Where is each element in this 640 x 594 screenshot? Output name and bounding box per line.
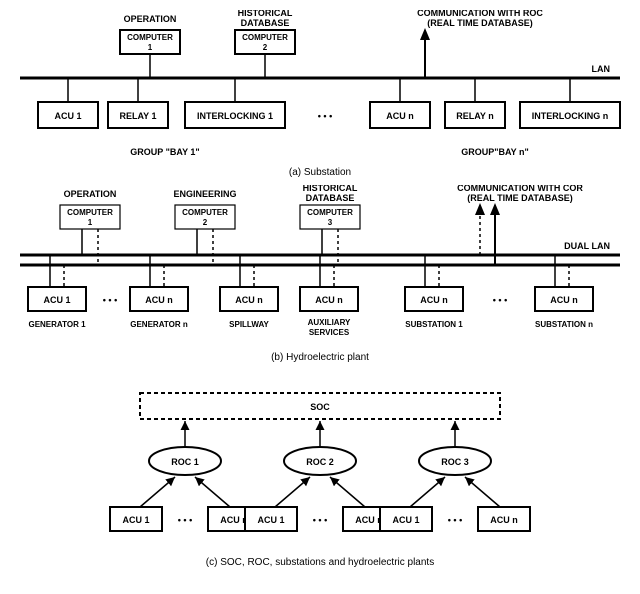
- svg-text:AUXILIARY: AUXILIARY: [308, 318, 351, 327]
- historical-label-2: DATABASE: [241, 18, 290, 28]
- historical-b-2: DATABASE: [306, 193, 355, 203]
- svg-text:ROC 3: ROC 3: [441, 457, 469, 467]
- svg-text:COMPUTER: COMPUTER: [67, 208, 113, 217]
- arrow-up-icon-b1: [475, 203, 485, 215]
- caption-c: (c) SOC, ROC, substations and hydroelect…: [206, 557, 434, 568]
- engineering-label: ENGINEERING: [173, 189, 236, 199]
- comm-label-1: COMMUNICATION WITH ROC: [417, 10, 543, 18]
- svg-text:ACU n: ACU n: [315, 295, 343, 305]
- svg-text:GENERATOR n: GENERATOR n: [130, 320, 188, 329]
- svg-text:• • •: • • •: [178, 515, 192, 525]
- soc-label: SOC: [310, 402, 330, 412]
- svg-text:ACU n: ACU n: [235, 295, 263, 305]
- acu-n-label: ACU n: [386, 111, 414, 121]
- svg-text:ACU n: ACU n: [550, 295, 578, 305]
- computer-1-l1: COMPUTER: [127, 33, 173, 42]
- interlocking-1-label: INTERLOCKING 1: [197, 111, 273, 121]
- svg-text:ACU n: ACU n: [420, 295, 448, 305]
- svg-text:• • •: • • •: [103, 295, 117, 305]
- operation-label: OPERATION: [124, 14, 177, 24]
- comm-b-2: (REAL TIME DATABASE): [467, 193, 573, 203]
- svg-text:ROC 1: ROC 1: [171, 457, 199, 467]
- hydroelectric-diagram: OPERATION ENGINEERING HISTORICAL DATABAS…: [10, 185, 630, 385]
- relay-1-label: RELAY 1: [119, 111, 156, 121]
- computer-2-l1: COMPUTER: [242, 33, 288, 42]
- relay-n-label: RELAY n: [456, 111, 494, 121]
- bay-n-label: GROUP"BAY n": [461, 147, 529, 157]
- computer-2-l2: 2: [263, 43, 268, 52]
- svg-text:SPILLWAY: SPILLWAY: [229, 320, 269, 329]
- arrow-up-icon: [420, 28, 430, 40]
- historical-b-1: HISTORICAL: [303, 185, 358, 193]
- svg-text:ROC 2: ROC 2: [306, 457, 334, 467]
- svg-text:COMPUTER: COMPUTER: [182, 208, 228, 217]
- dots-a: • • •: [318, 111, 332, 121]
- svg-text:ACU n: ACU n: [355, 515, 383, 525]
- interlocking-n-label: INTERLOCKING n: [532, 111, 609, 121]
- svg-text:ACU 1: ACU 1: [257, 515, 284, 525]
- lan-label: LAN: [592, 64, 611, 74]
- svg-text:2: 2: [203, 218, 208, 227]
- svg-text:COMPUTER: COMPUTER: [307, 208, 353, 217]
- soc-roc-diagram: SOC ROC 1 ROC 2 ROC 3 ACU 1 • • • ACU n …: [10, 385, 630, 580]
- comm-label-2: (REAL TIME DATABASE): [427, 18, 533, 28]
- dual-lan-label: DUAL LAN: [564, 241, 610, 251]
- bay-1-label: GROUP "BAY 1": [130, 147, 199, 157]
- computer-1-l2: 1: [148, 43, 153, 52]
- svg-text:• • •: • • •: [313, 515, 327, 525]
- svg-text:ACU 1: ACU 1: [392, 515, 419, 525]
- svg-text:ACU n: ACU n: [145, 295, 173, 305]
- svg-text:SUBSTATION 1: SUBSTATION 1: [405, 320, 463, 329]
- historical-label-1: HISTORICAL: [238, 10, 293, 18]
- svg-text:GENERATOR 1: GENERATOR 1: [28, 320, 86, 329]
- svg-text:ACU n: ACU n: [220, 515, 248, 525]
- svg-text:ACU 1: ACU 1: [122, 515, 149, 525]
- svg-text:1: 1: [88, 218, 93, 227]
- svg-text:SUBSTATION n: SUBSTATION n: [535, 320, 593, 329]
- arrow-up-icon-b2: [490, 203, 500, 215]
- caption-b: (b) Hydroelectric plant: [271, 352, 369, 363]
- svg-text:3: 3: [328, 218, 333, 227]
- svg-text:ACU n: ACU n: [490, 515, 518, 525]
- svg-text:ACU 1: ACU 1: [43, 295, 70, 305]
- operation-label-b: OPERATION: [64, 189, 117, 199]
- comm-b-1: COMMUNICATION WITH COR: [457, 185, 583, 193]
- svg-text:• • •: • • •: [493, 295, 507, 305]
- svg-text:• • •: • • •: [448, 515, 462, 525]
- acu-1-label: ACU 1: [54, 111, 81, 121]
- caption-a: (a) Substation: [289, 167, 351, 178]
- svg-text:SERVICES: SERVICES: [309, 328, 350, 337]
- substation-diagram: OPERATION HISTORICAL DATABASE COMMUNICAT…: [10, 10, 630, 185]
